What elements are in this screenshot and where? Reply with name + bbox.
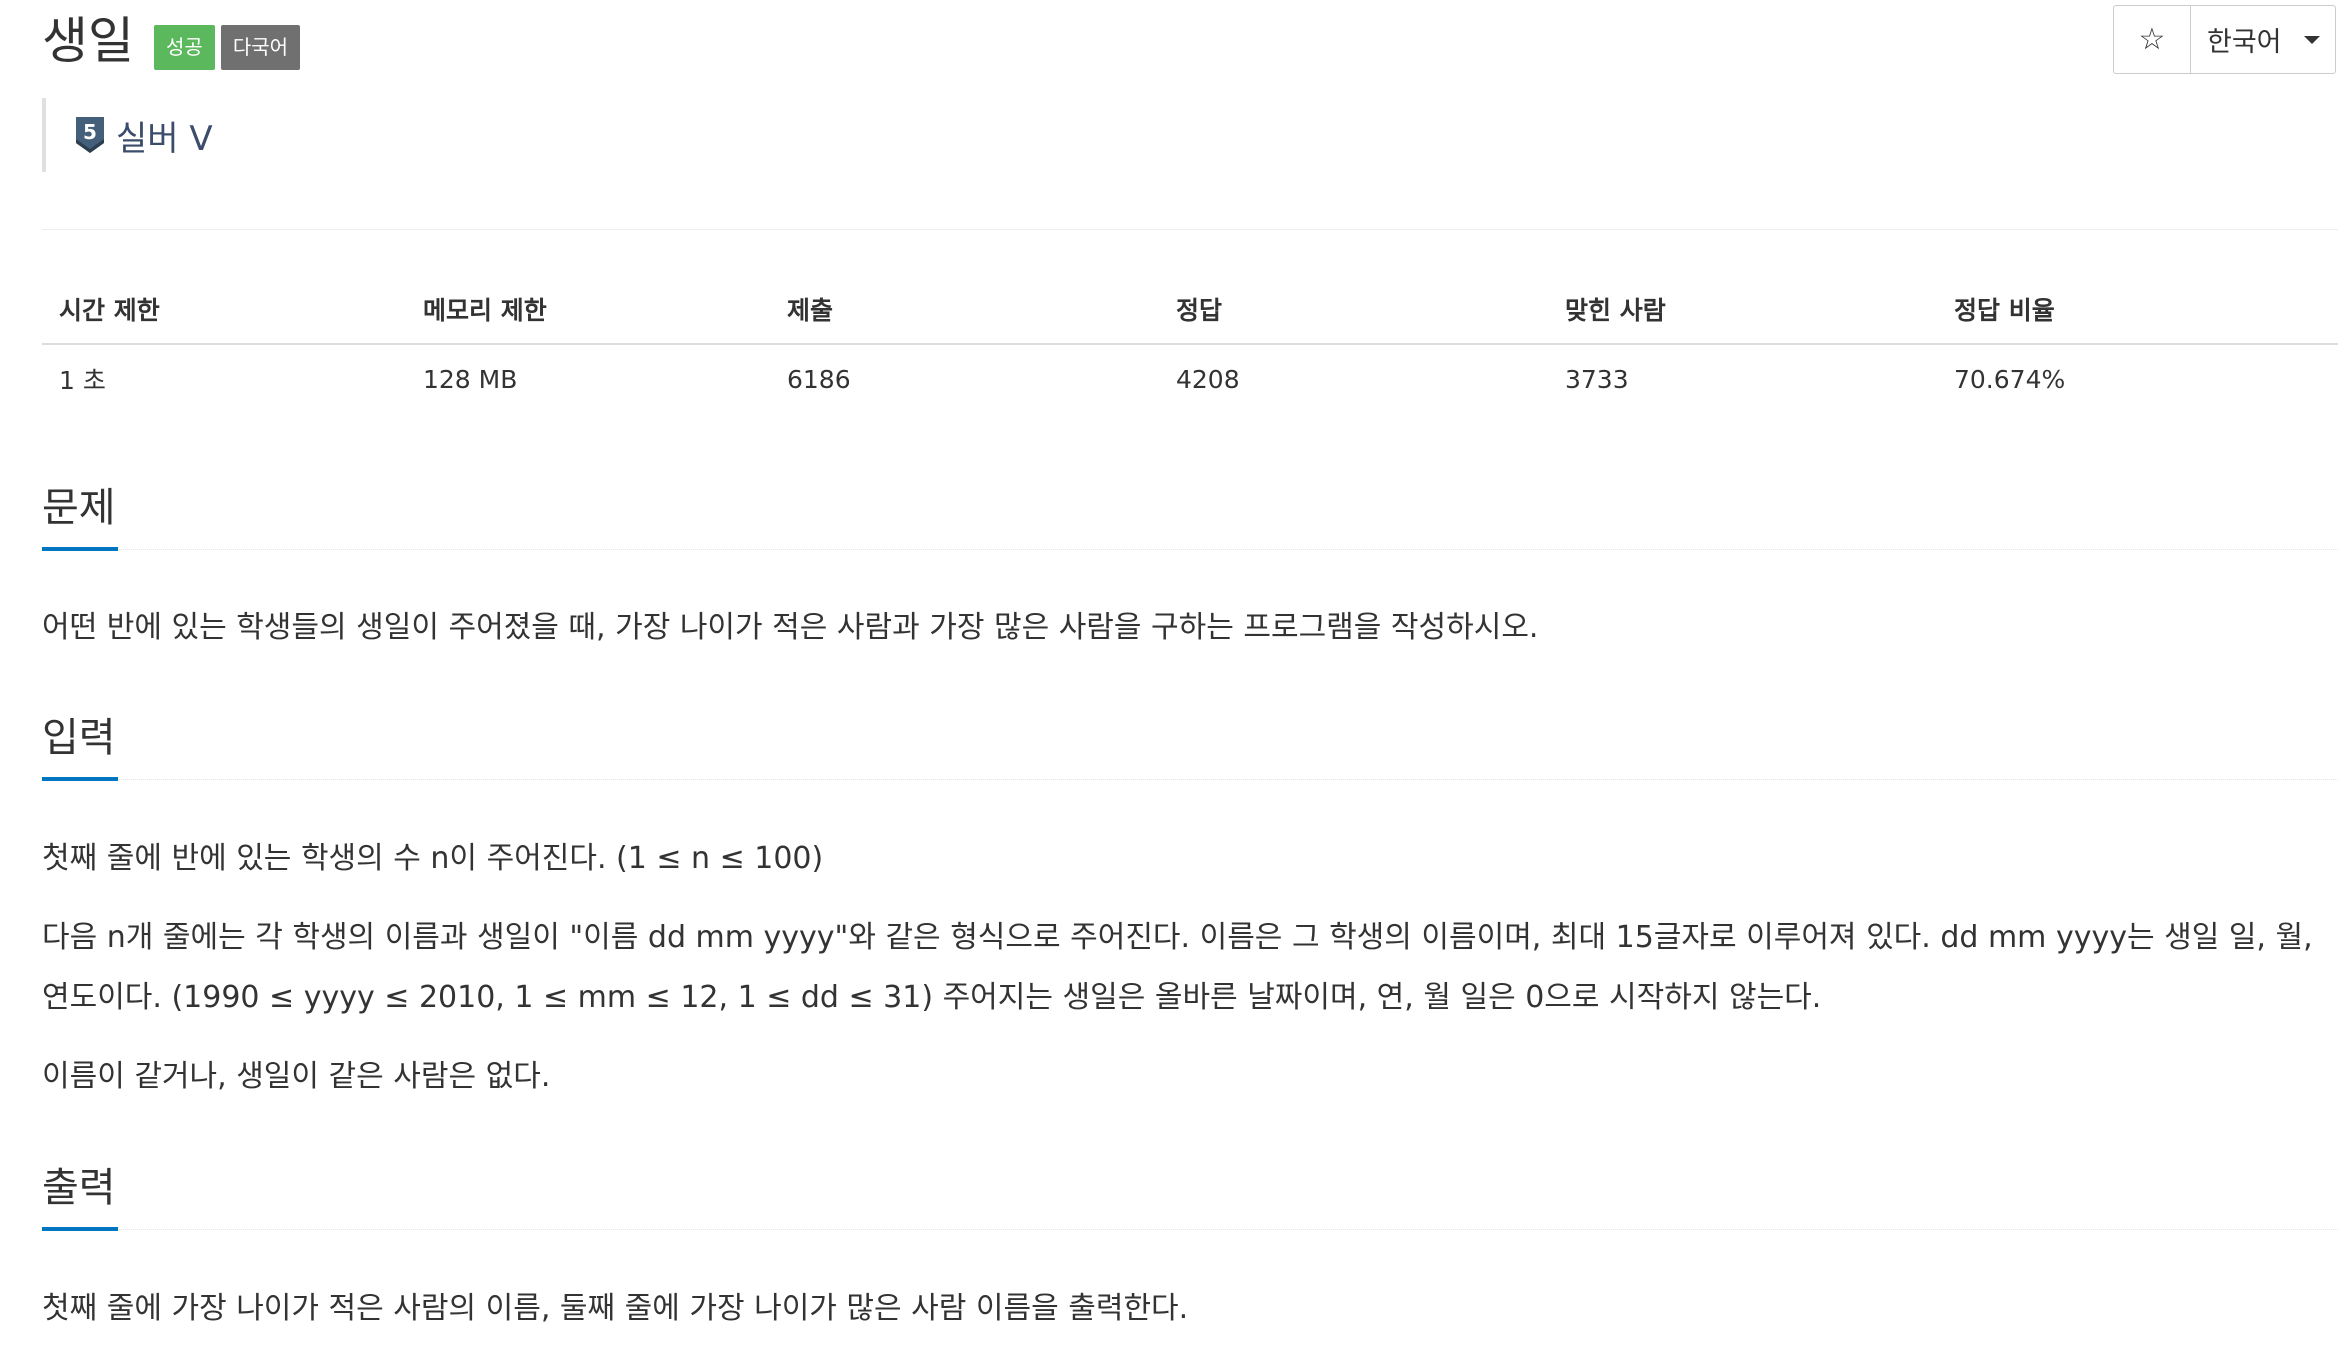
- problem-heading: 문제: [42, 485, 116, 531]
- output-description-text: 첫째 줄에 가장 나이가 적은 사람의 이름, 둘째 줄에 가장 나이가 많은 …: [42, 1291, 1189, 1326]
- output-heading: 출력: [42, 1165, 116, 1211]
- output-headline: 출력: [42, 1152, 2338, 1231]
- success-label: 성공: [154, 24, 215, 70]
- memory-limit-value: 128 MB: [423, 364, 518, 394]
- input-heading: 입력: [42, 715, 116, 761]
- problem-page: 생일 성공 다국어 ☆ 한국어 5 실버 V 시간 제한 메모리 제한 제출 정…: [0, 0, 2350, 1350]
- input-section: 입력 첫째 줄에 반에 있는 학생의 수 n이 주어진다. (1 ≤ n ≤ 1…: [42, 702, 2338, 1107]
- title-row: 생일 성공 다국어: [42, 6, 301, 76]
- star-icon: ☆: [2138, 22, 2166, 57]
- problem-headline: 문제: [42, 472, 2338, 551]
- header-accepted: 정답: [1159, 275, 1548, 345]
- solved-users-value[interactable]: 3733: [1548, 344, 1937, 413]
- headline-underline: [42, 1227, 118, 1231]
- input-paragraph-2: 다음 n개 줄에는 각 학생의 이름과 생일이 "이름 dd mm yyyy"와…: [42, 920, 2313, 1015]
- input-paragraph-1: 첫째 줄에 반에 있는 학생의 수 n이 주어진다. (1 ≤ n ≤ 100): [42, 841, 824, 876]
- silver-tier-icon: 5: [76, 117, 104, 153]
- accepted-value[interactable]: 4208: [1159, 344, 1548, 413]
- problem-description-section: 문제 어떤 반에 있는 학생들의 생일이 주어졌을 때, 가장 나이가 적은 사…: [42, 472, 2338, 658]
- problem-controls: ☆ 한국어: [2113, 5, 2336, 74]
- problem-info-table: 시간 제한 메모리 제한 제출 정답 맞힌 사람 정답 비율 1 초 128 M…: [42, 275, 2338, 413]
- input-headline: 입력: [42, 702, 2338, 781]
- submissions-value[interactable]: 6186: [770, 344, 1159, 413]
- header-submissions: 제출: [770, 275, 1159, 345]
- header-solved-users: 맞힌 사람: [1548, 275, 1937, 345]
- language-dropdown[interactable]: 한국어: [2191, 6, 2335, 73]
- input-paragraph-3: 이름이 같거나, 생일이 같은 사람은 없다.: [42, 1059, 551, 1094]
- output-section: 출력 첫째 줄에 가장 나이가 적은 사람의 이름, 둘째 줄에 가장 나이가 …: [42, 1152, 2338, 1339]
- header-memory-limit: 메모리 제한: [406, 275, 770, 345]
- headline-underline: [42, 547, 118, 551]
- time-limit-value: 1 초: [59, 366, 106, 395]
- problem-title: 생일: [42, 12, 134, 70]
- multilang-label[interactable]: 다국어: [220, 24, 301, 70]
- language-label: 한국어: [2207, 27, 2282, 58]
- divider: [42, 229, 2338, 230]
- headline-underline: [42, 777, 118, 781]
- caret-down-icon: [2303, 35, 2320, 44]
- problem-description-text: 어떤 반에 있는 학생들의 생일이 주어졌을 때, 가장 나이가 적은 사람과 …: [42, 610, 1539, 645]
- header-accept-ratio: 정답 비율: [1937, 275, 2338, 345]
- accept-ratio-value: 70.674%: [1954, 364, 2066, 394]
- header-time-limit: 시간 제한: [42, 275, 406, 345]
- table-row: 1 초 128 MB 6186 4208 3733 70.674%: [42, 344, 2338, 413]
- favorite-star-button[interactable]: ☆: [2114, 6, 2191, 73]
- table-header-row: 시간 제한 메모리 제한 제출 정답 맞힌 사람 정답 비율: [42, 275, 2338, 345]
- tier-number: 5: [83, 120, 97, 144]
- tier-label[interactable]: 실버 V: [116, 111, 213, 160]
- tier-box: 5 실버 V: [42, 98, 213, 172]
